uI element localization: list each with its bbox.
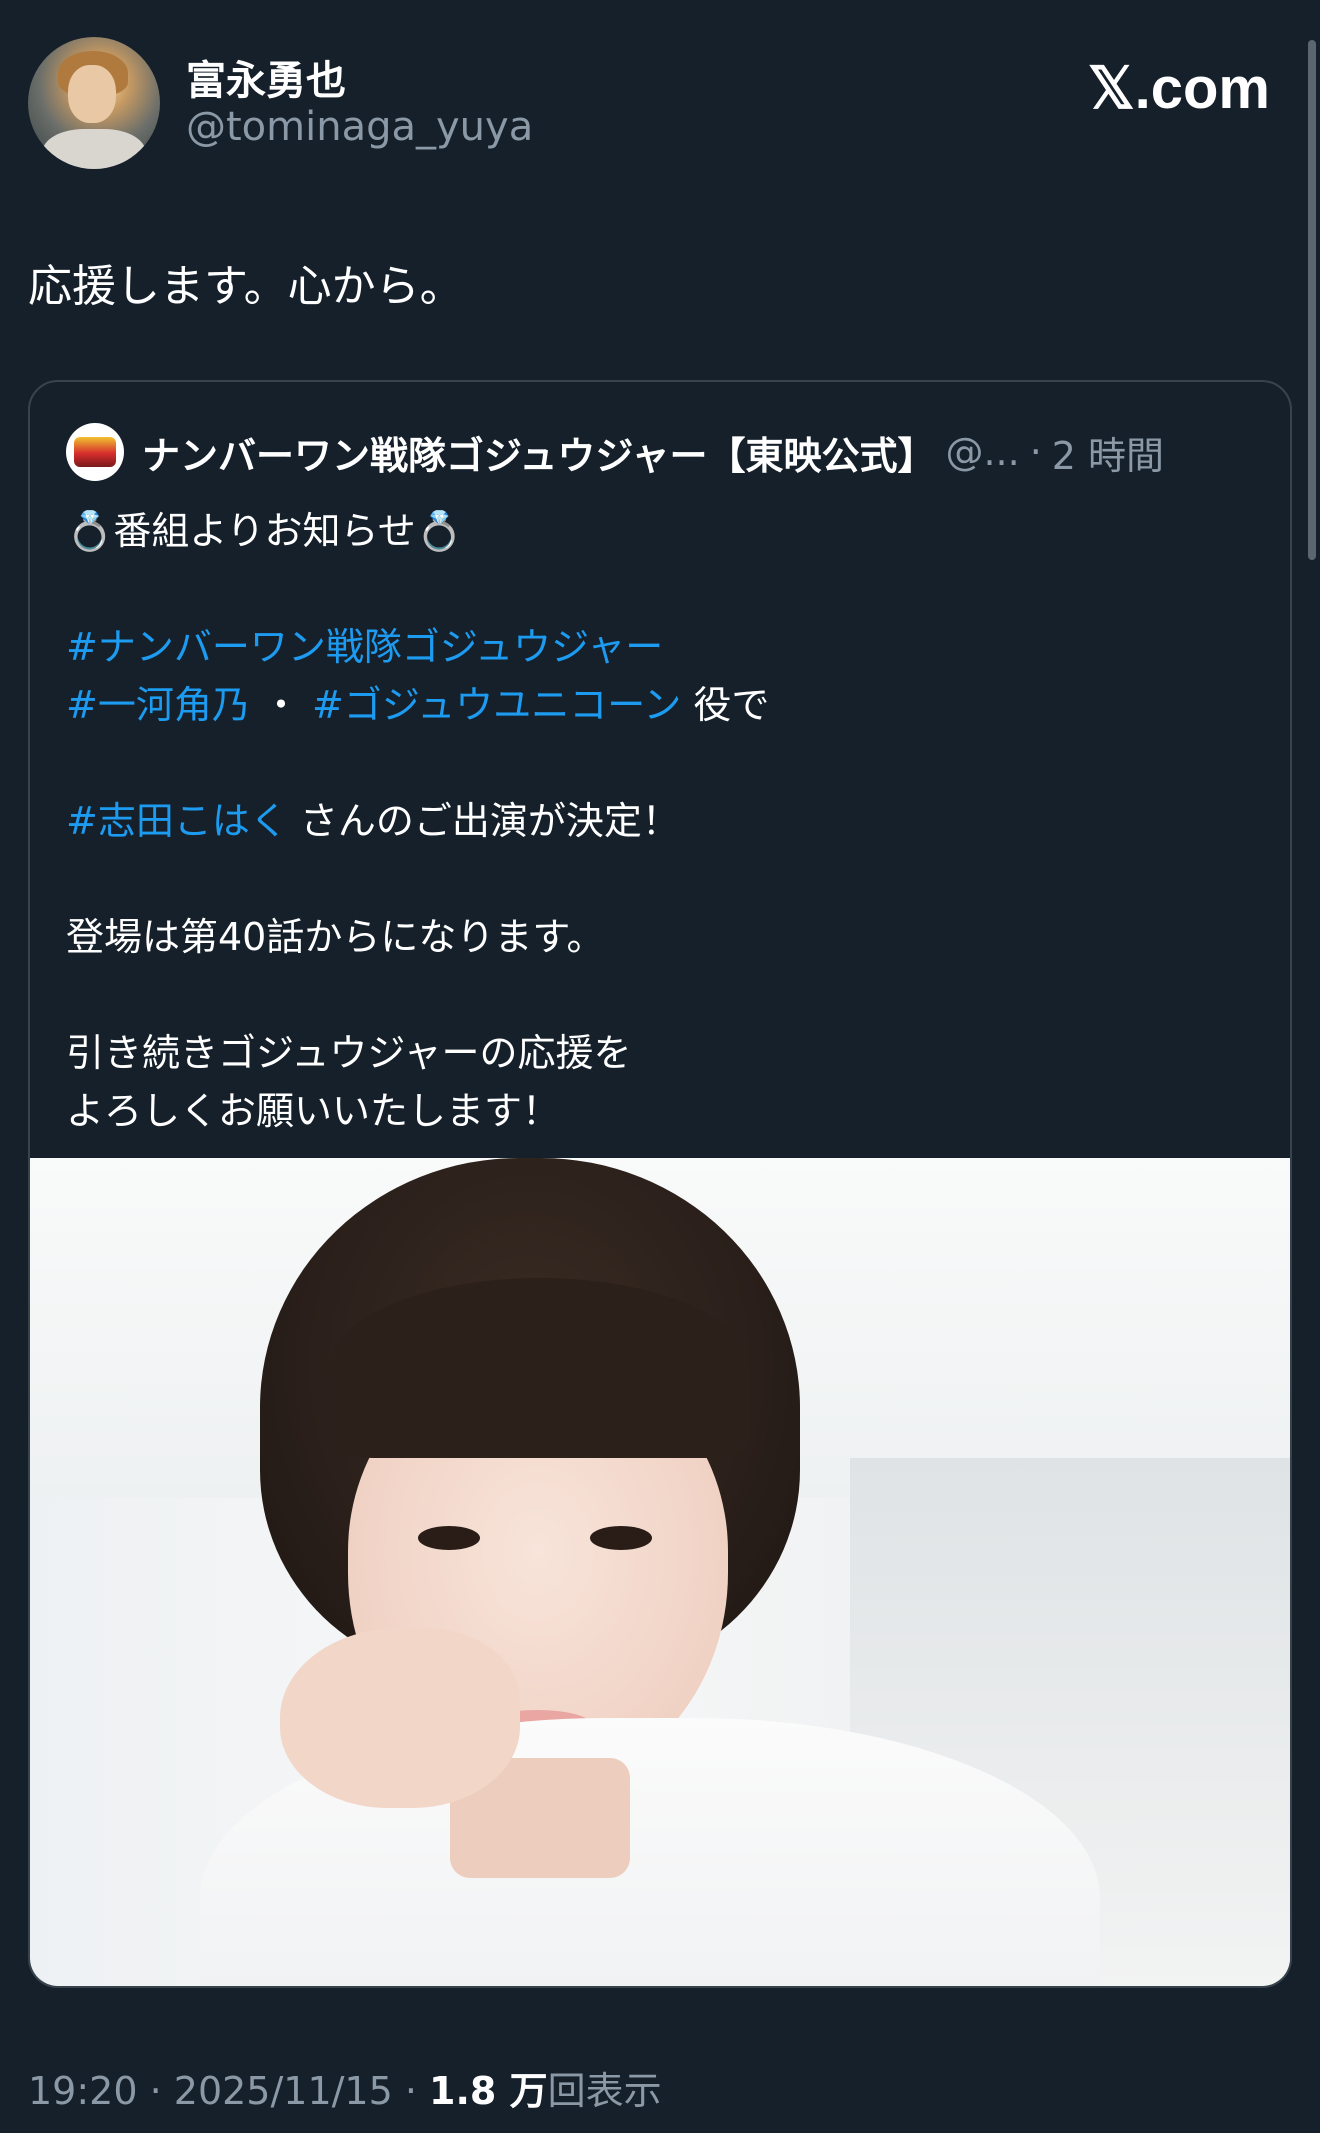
hashtag-role[interactable]: #一河角乃 xyxy=(66,683,250,727)
hashtag-actress[interactable]: #志田こはく xyxy=(66,799,288,843)
avatar-shirt xyxy=(42,129,146,169)
tweet-date[interactable]: 2025/11/15 xyxy=(174,2069,393,2113)
announcement-line: 💍番組よりお知らせ💍 xyxy=(66,509,464,553)
episode-line: 登場は第40話からになります。 xyxy=(66,915,605,959)
actress-suffix: さんのご出演が決定！ xyxy=(287,799,680,843)
hashtag-series[interactable]: #ナンバーワン戦隊ゴジュウジャー xyxy=(66,625,663,669)
sentai-emblem-icon xyxy=(74,437,116,467)
hashtag-line-series: #ナンバーワン戦隊ゴジュウジャー xyxy=(66,618,1256,676)
middot: ・ xyxy=(261,683,300,727)
support-line-1: 引き続きゴジュウジャーの応援を xyxy=(66,1031,632,1075)
photo-eye-left xyxy=(418,1526,480,1550)
scrollbar[interactable] xyxy=(1308,40,1316,560)
tweet-text: 応援します。心から。 xyxy=(28,261,464,312)
hashtag-unicorn[interactable]: #ゴジュウユニコーン xyxy=(312,683,681,727)
meta-separator: · xyxy=(1029,430,1042,474)
quoted-account-handle[interactable]: @... xyxy=(945,430,1019,474)
hashtag-line-role: #一河角乃 ・ #ゴジュウユニコーン 役で xyxy=(66,676,1256,734)
quoted-account-avatar[interactable] xyxy=(66,423,124,481)
role-suffix: 役で xyxy=(681,683,770,727)
x-logo[interactable]: 𝕏.com xyxy=(1088,54,1270,122)
meta-sep: · xyxy=(392,2069,430,2113)
quoted-tweet-text: 💍番組よりお知らせ💍 #ナンバーワン戦隊ゴジュウジャー #一河角乃 ・ #ゴジュ… xyxy=(66,502,1256,1140)
photo-eye-right xyxy=(590,1526,652,1550)
quoted-tweet-photo[interactable] xyxy=(30,1158,1290,1986)
author-display-name[interactable]: 富永勇也 xyxy=(186,48,346,106)
photo-bangs xyxy=(330,1278,750,1458)
photo-hand xyxy=(280,1628,520,1808)
quoted-tweet-card[interactable]: ナンバーワン戦隊ゴジュウジャー【東映公式】 @... · 2 時間 💍番組よりお… xyxy=(28,380,1292,1988)
support-line-2: よろしくお願いいたします！ xyxy=(66,1089,561,1133)
author-handle[interactable]: @tominaga_yuya xyxy=(186,104,533,150)
tweet-meta: 19:20 · 2025/11/15 · 1.8 万回表示 xyxy=(28,2060,662,2115)
actress-line: #志田こはく さんのご出演が決定！ xyxy=(66,792,1256,850)
tweet-time[interactable]: 19:20 xyxy=(28,2069,138,2113)
views-label: 回表示 xyxy=(547,2069,662,2113)
quoted-tweet-header: ナンバーワン戦隊ゴジュウジャー【東映公式】 @... · 2 時間 xyxy=(66,422,1256,482)
author-avatar[interactable] xyxy=(28,37,160,169)
quoted-tweet-time[interactable]: 2 時間 xyxy=(1052,425,1164,480)
tweet-page: 富永勇也 @tominaga_yuya 𝕏.com 応援します。心から。 ナンバ… xyxy=(0,0,1320,2133)
views-count: 1.8 万 xyxy=(429,2069,548,2113)
avatar-face xyxy=(68,65,116,123)
quoted-account-name[interactable]: ナンバーワン戦隊ゴジュウジャー【東映公式】 xyxy=(142,425,935,480)
meta-sep: · xyxy=(137,2069,174,2113)
